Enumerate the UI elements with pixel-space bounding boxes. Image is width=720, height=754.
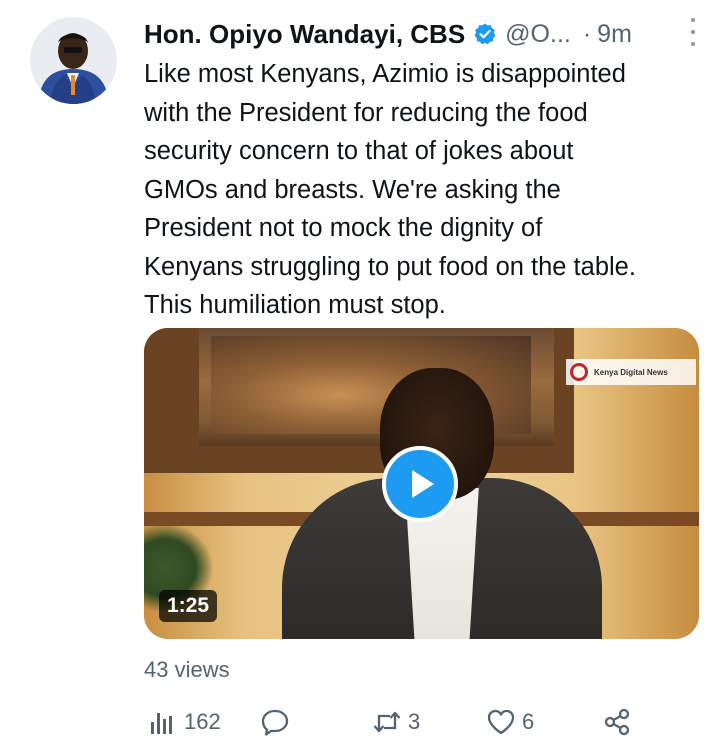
author-avatar[interactable] bbox=[30, 17, 117, 104]
video-player[interactable]: Kenya Digital News 1:25 bbox=[144, 328, 699, 639]
views-count: 43 views bbox=[144, 657, 230, 682]
tweet-text: Like most Kenyans, Azimio is disappointe… bbox=[144, 60, 636, 319]
separator-dot: · bbox=[582, 19, 592, 48]
watermark-text: Kenya Digital News bbox=[594, 367, 668, 377]
tweet-header: Hon. Opiyo Wandayi, CBS @O... · 9m bbox=[144, 14, 704, 54]
reply-icon bbox=[261, 709, 289, 736]
play-icon[interactable] bbox=[382, 446, 458, 522]
author-name[interactable]: Hon. Opiyo Wandayi, CBS bbox=[144, 19, 465, 50]
video-watermark: Kenya Digital News bbox=[566, 359, 696, 385]
like-count: 6 bbox=[522, 709, 535, 734]
avatar-image bbox=[30, 17, 117, 104]
video-duration: 1:25 bbox=[159, 590, 218, 622]
verified-badge-icon bbox=[473, 22, 497, 46]
share-icon bbox=[604, 708, 630, 736]
watermark-logo-icon bbox=[570, 363, 588, 381]
retweet-button[interactable]: 3 bbox=[372, 700, 420, 744]
analytics-button[interactable]: 162 bbox=[148, 700, 221, 744]
video-frame-painting bbox=[144, 328, 574, 473]
author-handle[interactable]: @O... bbox=[505, 20, 571, 49]
like-button[interactable]: 6 bbox=[486, 700, 534, 744]
analytics-icon bbox=[151, 713, 172, 734]
retweet-icon bbox=[373, 711, 401, 733]
more-options-icon[interactable] bbox=[688, 18, 698, 46]
tweet-actions: 162 3 6 bbox=[144, 700, 694, 744]
like-icon bbox=[487, 709, 515, 735]
analytics-count: 162 bbox=[184, 709, 221, 734]
share-button[interactable] bbox=[602, 700, 632, 744]
retweet-count: 3 bbox=[408, 709, 421, 734]
tweet-time[interactable]: 9m bbox=[597, 20, 632, 49]
reply-button[interactable] bbox=[260, 700, 296, 744]
